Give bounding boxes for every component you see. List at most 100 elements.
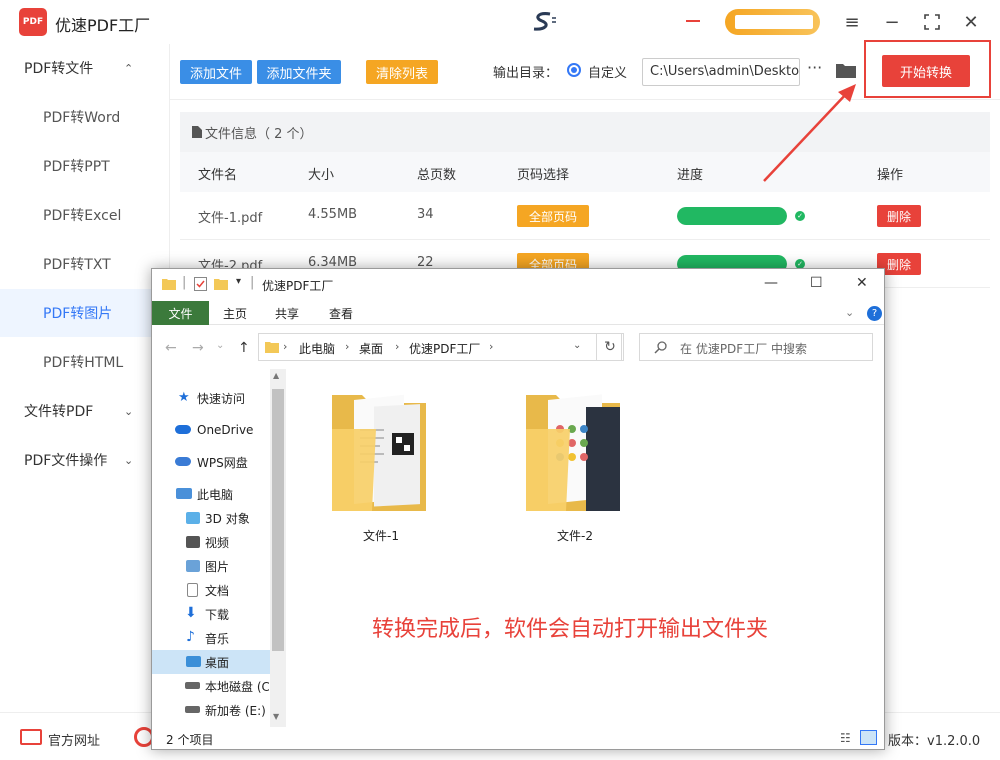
tab-share[interactable]: 共享 (266, 301, 308, 325)
app-logo: PDF (19, 8, 47, 36)
search-input[interactable]: 在 优速PDF工厂 中搜索 (639, 333, 873, 361)
nav-item-new-volume[interactable]: 新加卷 (E:) (152, 698, 270, 722)
film-icon (186, 536, 200, 548)
explorer-minimize-icon[interactable]: — (764, 275, 778, 291)
sidebar-item-label: PDF文件操作 (24, 453, 108, 469)
scroll-up-icon[interactable]: ▲ (273, 371, 279, 380)
sidebar-item-label: 文件转PDF (24, 404, 94, 420)
breadcrumb-desktop[interactable]: 桌面 (359, 340, 383, 357)
ribbon-expand-icon[interactable]: ⌄ (845, 306, 854, 319)
music-icon: ♪ (186, 629, 195, 645)
nav-item-documents[interactable]: 文档 (152, 578, 270, 602)
nav-item-desktop[interactable]: 桌面 (152, 650, 270, 674)
open-folder-icon[interactable] (836, 62, 856, 78)
nav-scrollbar[interactable]: ▲ ▼ (270, 369, 286, 727)
tab-home[interactable]: 主页 (214, 301, 256, 325)
nav-item-local-disk[interactable]: 本地磁盘 (C (152, 674, 270, 698)
start-convert-button[interactable]: 开始转换 (882, 55, 970, 87)
properties-icon[interactable] (194, 277, 207, 291)
scroll-thumb[interactable] (272, 389, 284, 651)
cloud-icon (175, 457, 191, 466)
account-pill-placeholder (735, 15, 813, 29)
nav-item-wps-drive[interactable]: WPS网盘 (152, 450, 270, 474)
nav-item-label: 新加卷 (E:) (205, 703, 266, 718)
custom-radio[interactable] (567, 63, 581, 77)
version-label: 版本：v1.2.0.0 (888, 734, 981, 749)
large-icons-view-icon[interactable] (860, 730, 877, 745)
official-site-link[interactable]: 官方网址 (48, 730, 100, 749)
output-path-field[interactable]: C:\Users\admin\Deskto (642, 58, 800, 86)
minimize-icon[interactable]: − (880, 10, 904, 34)
address-dropdown-icon[interactable]: ⌄ (573, 340, 581, 351)
header-progress: 进度 (677, 168, 704, 183)
refresh-icon[interactable]: ↻ (596, 333, 624, 361)
browse-more-button[interactable]: ··· (807, 58, 822, 77)
breadcrumb-folder[interactable]: 优速PDF工厂 (409, 340, 480, 357)
sidebar-item-label: PDF转TXT (43, 257, 111, 273)
sidebar-item-pdf-to-txt[interactable]: PDF转TXT (0, 240, 170, 288)
nav-item-quick-access[interactable]: ★ 快速访问 (152, 386, 270, 410)
separator-icon: | (250, 275, 255, 290)
scroll-down-icon[interactable]: ▼ (273, 712, 279, 721)
nav-item-pictures[interactable]: 图片 (152, 554, 270, 578)
sidebar-item-pdf-to-excel[interactable]: PDF转Excel (0, 191, 170, 239)
add-file-button[interactable]: 添加文件 (180, 60, 252, 84)
sidebar-item-pdf-to-file[interactable]: PDF转文件 ⌃ (0, 44, 170, 92)
folder-icon (265, 342, 279, 353)
progress-fill (677, 207, 787, 225)
sidebar: PDF转文件 ⌃ PDF转Word PDF转PPT PDF转Excel PDF转… (0, 44, 170, 712)
sidebar-item-label: PDF转文件 (24, 61, 94, 77)
add-folder-button[interactable]: 添加文件夹 (257, 60, 341, 84)
nav-item-music[interactable]: ♪ 音乐 (152, 626, 270, 650)
notification-dash-icon[interactable] (686, 20, 700, 22)
explorer-title-bar: | ▾ | 优速PDF工厂 — ☐ ✕ (152, 269, 884, 301)
header-page-select: 页码选择 (517, 168, 570, 183)
sidebar-item-pdf-operations[interactable]: PDF文件操作 ⌄ (0, 436, 170, 484)
sidebar-item-pdf-to-html[interactable]: PDF转HTML (0, 338, 170, 386)
custom-radio-label[interactable]: 自定义 (588, 62, 627, 81)
sidebar-item-file-to-pdf[interactable]: 文件转PDF ⌄ (0, 387, 170, 435)
account-pill-button[interactable] (725, 9, 820, 35)
help-icon[interactable]: ? (867, 306, 882, 321)
sidebar-item-pdf-to-image[interactable]: PDF转图片 (0, 289, 170, 337)
folder-content: 文件-1 文件-2 转换完成后，软件会自动打开输出文件夹 (286, 369, 884, 727)
tab-view[interactable]: 查看 (320, 301, 362, 325)
clear-list-button[interactable]: 清除列表 (366, 60, 438, 84)
nav-item-downloads[interactable]: ⬇ 下载 (152, 602, 270, 626)
details-view-icon[interactable]: ☷ (840, 731, 851, 745)
breadcrumb-this-pc[interactable]: 此电脑 (299, 340, 335, 357)
nav-item-onedrive[interactable]: OneDrive (152, 418, 270, 442)
back-arrow-icon[interactable]: ← (165, 340, 177, 356)
status-bar: 2 个项目 ☷ (152, 727, 884, 751)
star-icon: ★ (178, 390, 190, 405)
up-arrow-icon[interactable]: ↑ (238, 340, 250, 356)
header-action: 操作 (877, 168, 904, 183)
explorer-close-icon[interactable]: ✕ (856, 275, 868, 291)
nav-item-videos[interactable]: 视频 (152, 530, 270, 554)
brand-mark-icon (533, 12, 556, 31)
new-folder-icon[interactable] (214, 277, 228, 291)
maximize-icon[interactable] (920, 10, 944, 34)
file-info-label: 文件信息（ 2 个） (205, 126, 313, 142)
delete-button[interactable]: 删除 (877, 205, 921, 227)
recent-dropdown-icon[interactable]: ⌄ (216, 340, 224, 351)
sidebar-item-pdf-to-word[interactable]: PDF转Word (0, 93, 170, 141)
folder-icon (162, 279, 176, 290)
folder-item[interactable]: 文件-2 (520, 389, 630, 549)
close-icon[interactable]: ✕ (959, 10, 983, 34)
chevron-down-icon: ⌄ (124, 453, 134, 467)
menu-icon[interactable]: ≡ (840, 10, 864, 34)
tab-file[interactable]: 文件 (152, 301, 209, 325)
nav-item-3d-objects[interactable]: 3D 对象 (152, 506, 270, 530)
quick-access-toolbar-dropdown-icon[interactable]: ▾ (236, 276, 241, 287)
sidebar-item-pdf-to-ppt[interactable]: PDF转PPT (0, 142, 170, 190)
page-select-button[interactable]: 全部页码 (517, 205, 589, 227)
nav-item-this-pc[interactable]: 此电脑 (152, 482, 270, 506)
item-count: 2 个项目 (166, 733, 214, 747)
folder-item[interactable]: 文件-1 (326, 389, 436, 549)
explorer-maximize-icon[interactable]: ☐ (810, 275, 823, 291)
forward-arrow-icon[interactable]: → (192, 340, 204, 356)
header-pages: 总页数 (417, 168, 457, 183)
download-icon: ⬇ (185, 605, 197, 621)
address-bar[interactable]: › 此电脑 › 桌面 › 优速PDF工厂 › ⌄ (258, 333, 622, 361)
